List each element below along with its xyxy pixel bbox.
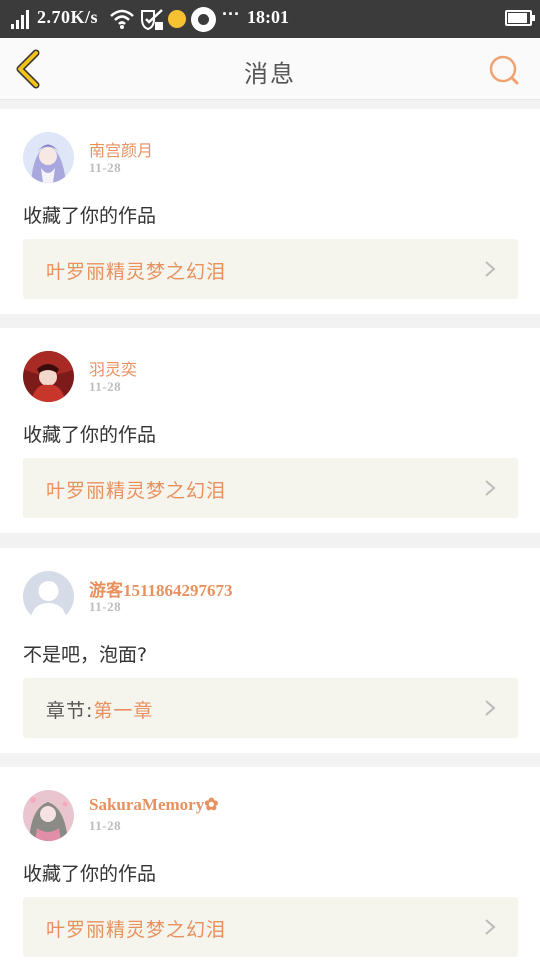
wifi-icon	[110, 9, 134, 29]
ref-label: 章节:	[46, 700, 94, 722]
work-link[interactable]: 叶罗丽精灵梦之幻泪	[23, 458, 518, 518]
message-text: 收藏了你的作品	[23, 205, 157, 227]
header: 消息	[0, 38, 540, 100]
chevron-right-icon	[485, 480, 496, 496]
more-notifications: ···	[222, 4, 240, 24]
avatar[interactable]	[23, 571, 74, 622]
message-date: 11-28	[89, 818, 122, 833]
username[interactable]: 南宫颜月	[89, 137, 153, 161]
message-card[interactable]: 羽灵奕 11-28 收藏了你的作品 叶罗丽精灵梦之幻泪	[0, 328, 540, 533]
username[interactable]: 羽灵奕	[89, 356, 137, 380]
search-button[interactable]	[484, 50, 524, 90]
message-text: 不是吧，泡面?	[23, 644, 148, 666]
message-date: 11-28	[89, 160, 122, 175]
work-title: 叶罗丽精灵梦之幻泪	[46, 480, 227, 502]
avatar[interactable]	[23, 132, 74, 183]
username[interactable]: SakuraMemory✿	[89, 795, 218, 815]
chapter-link[interactable]: 章节:第一章	[23, 678, 518, 738]
message-text: 收藏了你的作品	[23, 863, 157, 885]
username[interactable]: 游客1511864297673	[89, 576, 233, 601]
network-speed: 2.70K/s	[37, 7, 99, 27]
battery-icon	[505, 10, 535, 26]
message-card[interactable]: 南宫颜月 11-28 收藏了你的作品 叶罗丽精灵梦之幻泪	[0, 109, 540, 314]
avatar[interactable]	[23, 790, 74, 841]
page-title: 消息	[244, 60, 296, 88]
message-date: 11-28	[89, 379, 122, 394]
work-link[interactable]: 叶罗丽精灵梦之幻泪	[23, 897, 518, 957]
signal-icon	[11, 9, 33, 29]
work-link[interactable]: 叶罗丽精灵梦之幻泪	[23, 239, 518, 299]
chevron-right-icon	[485, 700, 496, 716]
message-card[interactable]: SakuraMemory✿ 11-28 收藏了你的作品 叶罗丽精灵梦之幻泪	[0, 767, 540, 960]
status-bar: 2.70K/s ··· 18:01	[0, 0, 540, 38]
status-time: 18:01	[247, 7, 289, 27]
app-notification-icon	[191, 7, 216, 32]
search-icon	[489, 55, 519, 85]
shield-icon	[141, 9, 163, 31]
chevron-right-icon	[485, 919, 496, 935]
work-title: 叶罗丽精灵梦之幻泪	[46, 261, 227, 283]
message-text: 收藏了你的作品	[23, 424, 157, 446]
avatar[interactable]	[23, 351, 74, 402]
notification-dot-icon	[168, 10, 186, 28]
chapter-title: 第一章	[93, 700, 154, 722]
message-date: 11-28	[89, 599, 122, 614]
message-card[interactable]: 游客1511864297673 11-28 不是吧，泡面? 章节:第一章	[0, 548, 540, 753]
chevron-right-icon	[485, 261, 496, 277]
work-title: 叶罗丽精灵梦之幻泪	[46, 919, 227, 941]
